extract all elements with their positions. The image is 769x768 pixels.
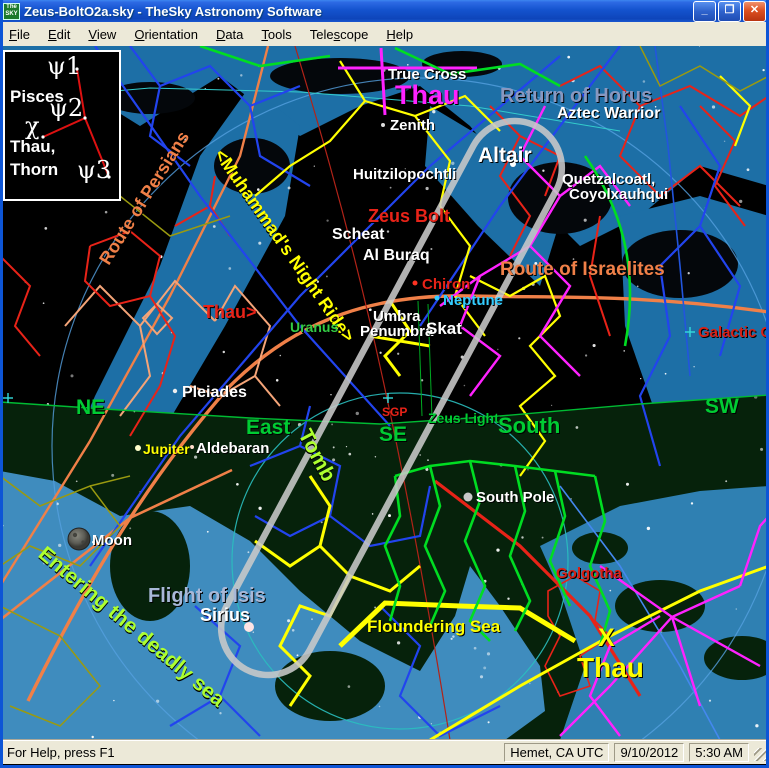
minimize-button[interactable]: _ <box>693 1 716 22</box>
map-label-penumbra: Penumbra <box>360 324 433 339</box>
map-label-east: East <box>246 417 290 438</box>
chiron-dot <box>413 281 418 286</box>
map-label-zenith: Zenith <box>390 118 435 133</box>
map-label-south-pole: South Pole <box>476 490 554 505</box>
app-icon: The SKY <box>3 3 20 20</box>
map-label-sgp: SGP <box>382 406 407 418</box>
status-help-text: For Help, press F1 <box>0 745 504 760</box>
map-label-sirius: Sirius <box>200 606 250 624</box>
menu-data[interactable]: Data <box>207 25 252 44</box>
map-label-floundering-sea: Floundering Sea <box>367 618 500 635</box>
map-label-moon-label: Moon <box>92 533 132 548</box>
neptune-dot <box>435 296 440 301</box>
menu-view[interactable]: View <box>79 25 125 44</box>
resize-grip[interactable] <box>754 748 767 761</box>
map-label-altair: Altair <box>478 145 532 166</box>
map-label-golgotha: Golgotha <box>556 566 622 581</box>
thesky-window: The SKY Zeus-BoltO2a.sky - TheSky Astron… <box>0 0 769 768</box>
map-label-thau-red: Thau> <box>203 303 257 321</box>
map-label-quetzalcoatl: Quetzalcoatl, <box>562 172 655 187</box>
map-label-coyolxauhqui: Coyolxauhqui <box>569 187 668 202</box>
menu-tools[interactable]: Tools <box>252 25 300 44</box>
map-label-jupiter: Jupiter <box>143 442 190 456</box>
jupiter-dot <box>135 445 141 451</box>
map-label-scheat: Scheat <box>332 227 384 243</box>
zenith-marker <box>381 123 385 127</box>
map-label-route-israelites: Route of Israelites <box>500 260 665 279</box>
status-location: Hemet, CA UTC <box>504 743 609 762</box>
map-label-sw: SW <box>705 396 739 417</box>
map-label-galactic-ce: Galactic Ce <box>698 325 769 340</box>
aldebaran-dot <box>190 445 194 449</box>
sky-chart[interactable]: True CrossThauReturn of HorusAztec Warri… <box>0 46 769 740</box>
map-label-se: SE <box>379 424 407 445</box>
map-label-zeus-light: Zeus Light <box>428 411 499 425</box>
map-label-al-buraq: Al Buraq <box>363 248 430 264</box>
map-label-huitzilopochtli: Huitzilopochtli <box>353 167 456 182</box>
status-time: 5:30 AM <box>689 743 749 762</box>
map-label-thorn-word: Thorn <box>10 161 58 178</box>
status-date: 9/10/2012 <box>614 743 684 762</box>
map-label-psi1: ψ1 <box>47 54 81 78</box>
map-label-psi3: ψ3 <box>77 158 111 182</box>
map-label-thau-word: Thau, <box>10 138 55 155</box>
map-label-ne: NE <box>76 397 105 418</box>
map-label-south: South <box>498 415 560 437</box>
map-label-pleiades: Pleiades <box>182 385 247 401</box>
map-label-thau-yellow: Thau <box>577 654 644 682</box>
south-pole-dot <box>464 493 473 502</box>
menu-orientation[interactable]: Orientation <box>125 25 207 44</box>
title-bar[interactable]: The SKY Zeus-BoltO2a.sky - TheSky Astron… <box>0 0 769 22</box>
map-label-flight-of-isis: Flight of Isis <box>148 586 266 606</box>
map-label-skat: Skat <box>426 320 462 337</box>
map-label-aldebaran: Aldebaran <box>196 441 269 456</box>
window-title: Zeus-BoltO2a.sky - TheSky Astronomy Soft… <box>24 4 322 19</box>
map-label-chi: χ <box>25 114 40 138</box>
map-label-return-of-horus: Return of Horus <box>500 86 652 106</box>
map-label-chiron: Chiron <box>422 277 470 292</box>
menu-telescope[interactable]: Telescope <box>301 25 378 44</box>
pleiades-dot <box>173 389 177 393</box>
menu-help[interactable]: Help <box>377 25 422 44</box>
map-label-zeus-bolt: Zeus Bolt <box>368 207 450 225</box>
map-label-uranus: Uranus <box>290 320 338 334</box>
pisces-inset-box: ψ1Piscesψ2χThau,Thornψ3 <box>3 50 121 201</box>
map-label-umbra: Umbra <box>373 309 421 324</box>
map-label-psi2: ψ2 <box>49 96 83 120</box>
close-button[interactable]: ✕ <box>743 1 766 22</box>
menu-bar: FileEditViewOrientationDataToolsTelescop… <box>0 22 769 47</box>
menu-file[interactable]: File <box>0 25 39 44</box>
menu-edit[interactable]: Edit <box>39 25 79 44</box>
map-label-neptune: Neptune <box>443 293 503 308</box>
map-label-x-mark: X <box>598 626 615 651</box>
maximize-button[interactable]: ❐ <box>718 1 741 22</box>
map-label-thau-magenta: Thau <box>395 82 460 109</box>
status-bar: For Help, press F1 Hemet, CA UTC 9/10/20… <box>0 740 769 764</box>
map-label-aztec-warrior: Aztec Warrior <box>557 106 660 122</box>
